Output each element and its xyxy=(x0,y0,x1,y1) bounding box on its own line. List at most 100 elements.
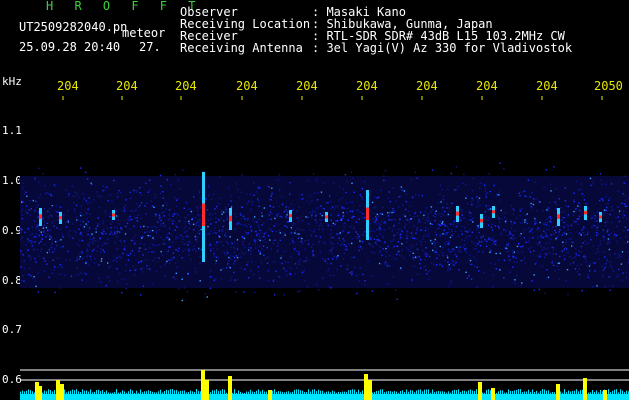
noise-pixel xyxy=(464,248,466,250)
bottom-trace-sample xyxy=(362,390,363,394)
bottom-trace-sample xyxy=(354,389,355,394)
noise-pixel xyxy=(536,238,539,240)
noise-pixel xyxy=(258,226,260,229)
noise-pixel xyxy=(136,191,138,193)
noise-pixel xyxy=(478,231,480,234)
noise-pixel xyxy=(319,213,322,215)
noise-pixel xyxy=(332,206,334,208)
noise-pixel xyxy=(455,225,458,228)
noise-pixel xyxy=(102,228,104,231)
noise-pixel xyxy=(51,205,53,208)
noise-pixel xyxy=(351,272,353,274)
noise-pixel xyxy=(417,273,419,275)
noise-pixel xyxy=(618,210,621,212)
bottom-trace-sample xyxy=(442,391,443,394)
noise-pixel xyxy=(425,226,427,229)
noise-pixel xyxy=(351,238,353,240)
noise-pixel xyxy=(356,233,359,235)
noise-pixel xyxy=(197,232,199,235)
noise-pixel xyxy=(87,230,89,232)
noise-pixel xyxy=(283,251,286,253)
noise-pixel xyxy=(308,243,310,245)
noise-pixel xyxy=(314,219,317,221)
bottom-signal-spike xyxy=(491,388,495,400)
noise-pixel xyxy=(53,247,56,250)
noise-pixel xyxy=(626,217,628,220)
noise-pixel xyxy=(272,206,275,208)
noise-pixel xyxy=(483,272,485,274)
noise-pixel xyxy=(624,199,626,201)
bottom-trace-sample xyxy=(278,391,279,394)
noise-pixel xyxy=(575,254,578,257)
noise-pixel xyxy=(469,212,471,214)
noise-pixel xyxy=(522,219,524,221)
noise-pixel xyxy=(145,182,147,184)
noise-pixel xyxy=(20,239,22,241)
noise-pixel xyxy=(410,247,412,249)
noise-pixel xyxy=(160,266,162,268)
noise-pixel xyxy=(560,211,562,214)
noise-pixel xyxy=(171,234,173,236)
bottom-trace-sample xyxy=(160,389,161,394)
noise-pixel xyxy=(204,222,207,224)
noise-pixel xyxy=(38,167,40,169)
noise-pixel xyxy=(274,239,276,241)
noise-pixel xyxy=(311,211,314,214)
bottom-trace-sample xyxy=(186,392,187,394)
noise-pixel xyxy=(588,265,591,267)
noise-pixel xyxy=(426,273,428,275)
noise-pixel xyxy=(377,223,380,225)
bottom-trace-sample xyxy=(388,391,389,394)
noise-pixel xyxy=(455,246,458,248)
noise-pixel xyxy=(531,207,534,209)
noise-pixel xyxy=(248,246,250,249)
noise-pixel xyxy=(48,276,50,278)
noise-pixel xyxy=(105,243,107,245)
noise-pixel xyxy=(195,239,197,241)
noise-pixel xyxy=(437,202,439,204)
noise-pixel xyxy=(89,242,91,244)
noise-pixel xyxy=(414,256,417,259)
noise-pixel xyxy=(261,224,263,226)
noise-pixel xyxy=(475,248,477,250)
noise-pixel xyxy=(338,213,340,215)
noise-pixel xyxy=(591,226,593,228)
bottom-trace-sample xyxy=(404,392,405,394)
noise-pixel xyxy=(184,249,187,251)
noise-pixel xyxy=(266,246,268,249)
noise-pixel xyxy=(527,241,529,243)
noise-pixel xyxy=(100,251,102,253)
noise-pixel xyxy=(495,268,497,270)
bottom-trace-sample xyxy=(102,390,103,394)
noise-pixel xyxy=(429,221,431,223)
noise-pixel xyxy=(212,232,214,234)
noise-pixel xyxy=(400,255,403,257)
noise-pixel xyxy=(434,212,436,215)
noise-pixel xyxy=(133,236,135,239)
noise-pixel xyxy=(62,236,64,238)
noise-pixel xyxy=(403,190,406,192)
noise-pixel xyxy=(114,208,116,210)
noise-pixel xyxy=(374,206,377,208)
noise-pixel xyxy=(149,231,151,233)
noise-pixel xyxy=(53,225,55,227)
noise-pixel xyxy=(346,248,348,251)
bottom-trace-sample xyxy=(180,390,181,394)
noise-pixel xyxy=(457,257,459,260)
noise-pixel xyxy=(470,263,472,266)
noise-pixel xyxy=(247,232,249,234)
noise-pixel xyxy=(592,216,594,218)
bottom-trace-sample xyxy=(150,391,151,394)
noise-pixel xyxy=(331,242,333,245)
noise-pixel xyxy=(210,217,212,220)
noise-pixel xyxy=(309,212,311,214)
noise-pixel xyxy=(441,222,443,225)
noise-pixel xyxy=(57,219,59,221)
noise-pixel xyxy=(452,260,454,262)
bottom-trace-sample xyxy=(144,391,145,394)
noise-pixel xyxy=(566,269,569,271)
noise-pixel xyxy=(509,231,511,233)
noise-pixel xyxy=(29,234,32,236)
noise-pixel xyxy=(165,262,167,264)
noise-pixel xyxy=(353,216,355,218)
